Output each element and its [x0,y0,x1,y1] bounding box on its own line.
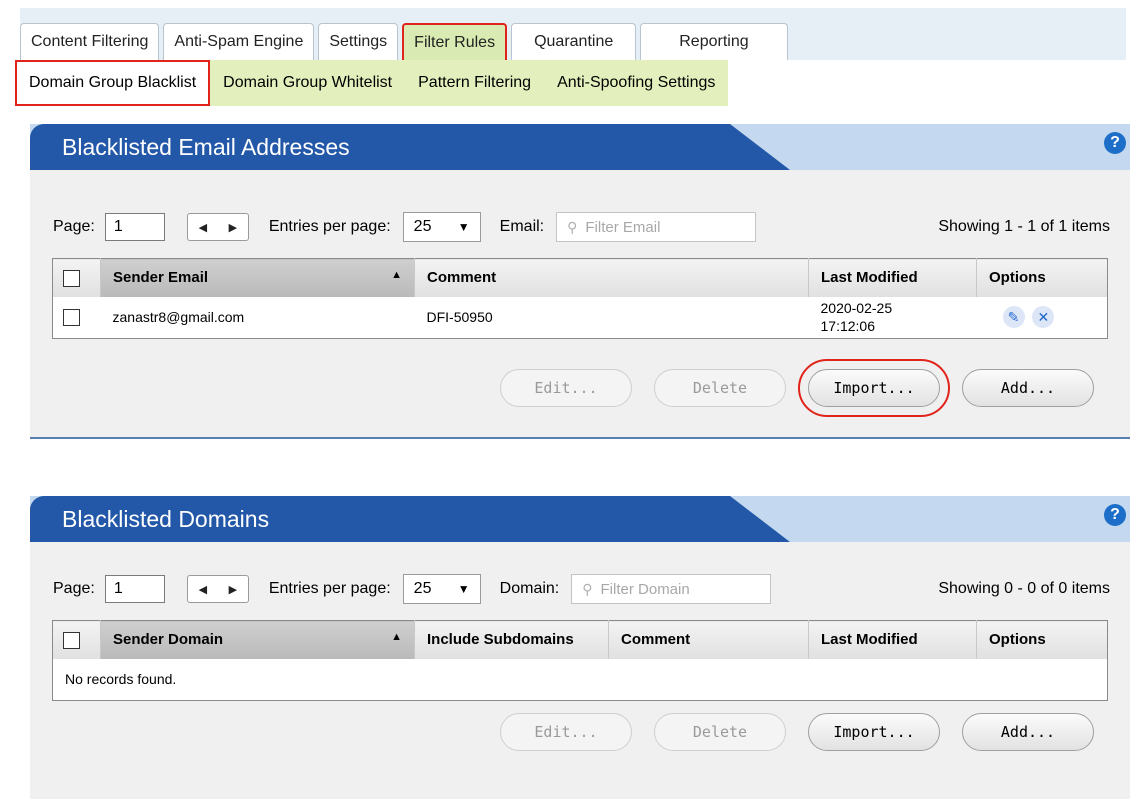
last-modified-column-header[interactable]: Last Modified [808,620,977,659]
help-circle-icon[interactable]: ? [1104,504,1126,526]
edit-button[interactable]: Edit... [500,713,632,751]
page-label: Page: [53,580,95,597]
email-filter-input[interactable] [583,217,754,237]
add-button[interactable]: Add... [962,369,1094,407]
last-modified-date: 2020-02-25 [820,300,893,317]
email-filter-box: ⚲ [556,212,757,242]
sub-tabs: Domain Group Blacklist Domain Group Whit… [15,60,729,106]
tab-quarantine[interactable]: Quarantine [511,23,637,60]
tab-content-filtering[interactable]: Content Filtering [20,23,160,60]
domains-panel-header: Blacklisted Domains ? [30,496,1130,542]
next-page-icon[interactable]: ▶ [229,221,237,234]
last-modified-time: 17:12:06 [820,318,876,335]
page-input[interactable] [104,575,165,603]
comment-cell: DFI-50950 [426,309,493,326]
emails-panel-header: Blacklisted Email Addresses ? [30,124,1130,170]
select-all-checkbox[interactable] [63,631,80,649]
chevron-down-icon: ▼ [457,582,470,596]
import-button[interactable]: Import... [808,713,940,751]
emails-panel: Blacklisted Email Addresses ? Page: ◀ ▶ … [30,124,1130,437]
table-row: No records found. [53,659,1108,701]
import-button[interactable]: Import... [798,359,950,417]
domains-action-buttons: Edit... Delete Import... Add... [478,713,1094,751]
emails-toolbar: Page: ◀ ▶ Entries per page: 25 ▼ Email: … [53,210,757,244]
sender-email-cell: zanastr8@gmail.com [112,309,245,326]
entries-per-page-value: 25 [413,218,432,235]
sender-domain-header-label: Sender Domain [113,631,224,649]
subtab-domain-group-blacklist[interactable]: Domain Group Blacklist [15,60,211,106]
domain-filter-input[interactable] [598,579,769,599]
last-modified-column-header[interactable]: Last Modified [808,258,977,297]
options-column-header: Options [976,258,1108,297]
pager-buttons: ◀ ▶ [186,575,249,603]
comment-column-header[interactable]: Comment [608,620,809,659]
sender-email-column-header[interactable]: Sender Email ▲ [100,258,415,297]
email-filter-label: Email: [499,218,545,235]
emails-table: Sender Email ▲ Comment Last Modified Opti… [52,258,1108,339]
emails-showing-count: Showing 1 - 1 of 1 items [938,218,1110,235]
comment-column-header[interactable]: Comment [414,258,809,297]
row-checkbox[interactable] [63,309,80,327]
entries-per-page-select[interactable]: 25 ▼ [402,574,481,604]
prev-page-icon[interactable]: ◀ [199,583,207,596]
sort-ascending-icon: ▲ [391,631,402,644]
domain-filter-label: Domain: [499,580,560,597]
x-icon[interactable]: ✕ [1032,306,1055,329]
help-circle-icon[interactable]: ? [1104,132,1126,154]
subtab-anti-spoofing-settings[interactable]: Anti-Spoofing Settings [544,60,728,106]
chevron-down-icon: ▼ [457,220,470,234]
last-modified-cell: 2020-02-25 17:12:06 [809,297,977,339]
subtab-pattern-filtering[interactable]: Pattern Filtering [405,60,544,106]
tab-reporting[interactable]: Reporting [640,23,788,60]
add-button[interactable]: Add... [962,713,1094,751]
table-header-row: Sender Domain ▲ Include Subdomains Commen… [52,620,1108,659]
delete-button[interactable]: Delete [654,713,786,751]
domains-toolbar: Page: ◀ ▶ Entries per page: 25 ▼ Domain:… [53,572,772,606]
domains-panel-title: Blacklisted Domains [30,496,790,542]
sender-email-header-label: Sender Email [113,269,209,287]
options-column-header: Options [976,620,1108,659]
section-divider [30,437,1130,439]
no-records-message: No records found. [65,671,177,688]
select-all-cell [52,620,101,659]
domains-table: Sender Domain ▲ Include Subdomains Commen… [52,620,1108,701]
tab-settings[interactable]: Settings [318,23,399,60]
domain-filter-box: ⚲ [571,574,772,604]
sender-domain-column-header[interactable]: Sender Domain ▲ [100,620,415,659]
emails-panel-title: Blacklisted Email Addresses [30,124,790,170]
next-page-icon[interactable]: ▶ [229,583,237,596]
table-row: zanastr8@gmail.com DFI-50950 2020-02-25 … [53,297,1108,339]
select-all-checkbox[interactable] [63,269,80,287]
delete-button[interactable]: Delete [654,369,786,407]
tab-anti-spam-engine[interactable]: Anti-Spam Engine [163,23,315,60]
options-cell: ✎ ✕ [977,297,1108,339]
magnifier-icon: ⚲ [567,218,578,235]
entries-per-page-label: Entries per page: [268,218,391,235]
edit-button[interactable]: Edit... [500,369,632,407]
row-select-cell [53,297,101,339]
subtab-domain-group-whitelist[interactable]: Domain Group Whitelist [210,60,405,106]
select-all-cell [52,258,101,297]
pencil-icon[interactable]: ✎ [1002,306,1025,329]
page-label: Page: [53,218,95,235]
main-tabs: Content Filtering Anti-Spam Engine Setti… [20,23,792,60]
sort-ascending-icon: ▲ [391,269,402,282]
tab-filter-rules[interactable]: Filter Rules [402,23,508,60]
entries-per-page-value: 25 [413,580,432,597]
page-input[interactable] [104,213,165,241]
table-header-row: Sender Email ▲ Comment Last Modified Opti… [52,258,1108,297]
domains-showing-count: Showing 0 - 0 of 0 items [938,580,1110,597]
include-subdomains-column-header[interactable]: Include Subdomains [414,620,609,659]
pager-buttons: ◀ ▶ [186,213,249,241]
entries-per-page-label: Entries per page: [268,580,391,597]
entries-per-page-select[interactable]: 25 ▼ [402,212,481,242]
prev-page-icon[interactable]: ◀ [199,221,207,234]
magnifier-icon: ⚲ [582,580,593,597]
emails-action-buttons: Edit... Delete Import... Add... [478,359,1094,417]
domains-panel: Blacklisted Domains ? Page: ◀ ▶ Entries … [30,496,1130,799]
